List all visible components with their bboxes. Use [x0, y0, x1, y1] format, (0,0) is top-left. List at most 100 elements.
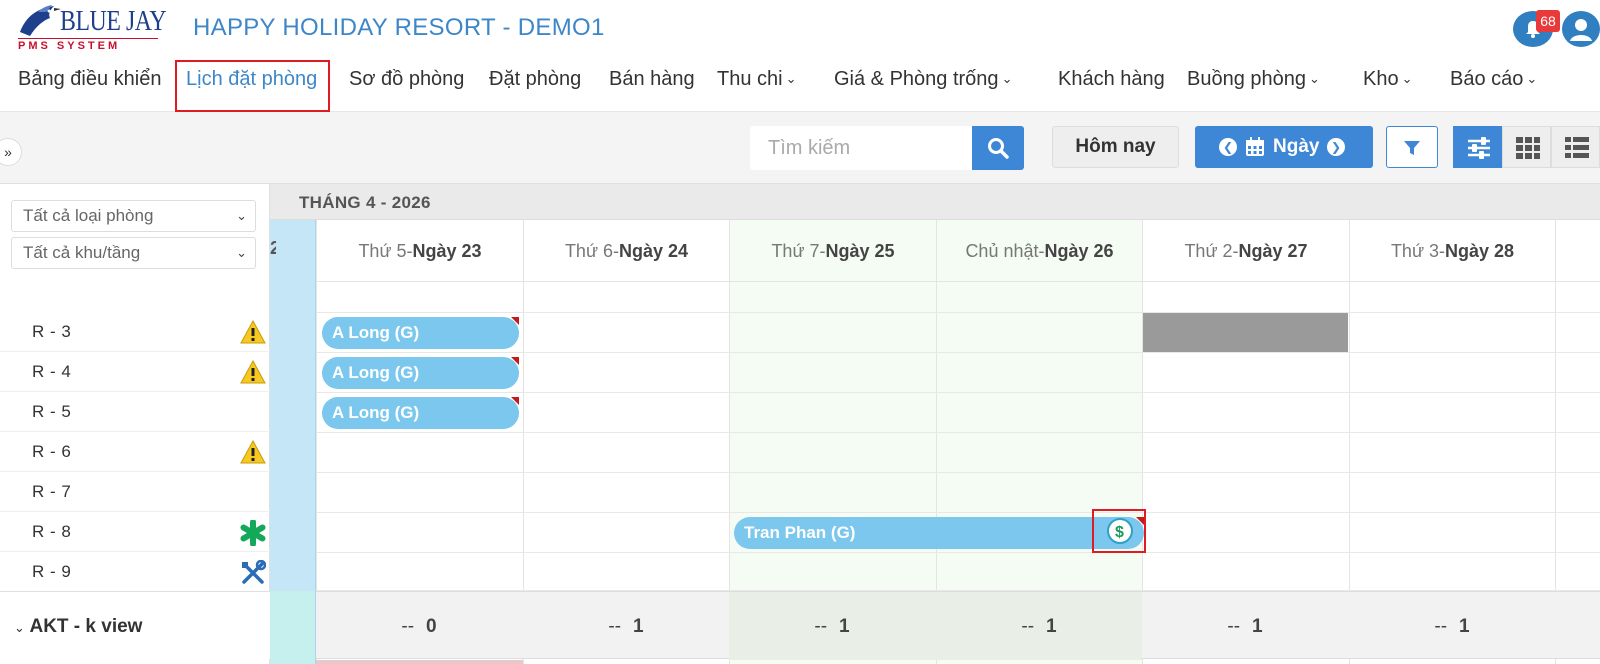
grid-view-button[interactable] — [1502, 126, 1551, 168]
nav-room-map[interactable]: Sơ đồ phòng — [349, 68, 464, 91]
booking-bar[interactable]: A Long (G) — [322, 317, 519, 349]
nav-dashboard[interactable]: Bảng điều khiển — [18, 68, 161, 91]
date-mode-navigator: ❮ Ngày ❯ — [1195, 126, 1373, 168]
room-group-header[interactable]: ⌄ AKT - k view — [0, 591, 270, 659]
nav-income-expense[interactable]: Thu chi ⌄ — [717, 68, 797, 91]
booking-corner-marker — [511, 317, 519, 325]
chevron-down-icon: ⌄ — [1526, 71, 1538, 86]
booking-bar[interactable]: A Long (G) — [322, 397, 519, 429]
group-count-cell: -- 1 — [936, 616, 1142, 638]
nav-room-map-label: Sơ đồ phòng — [349, 68, 465, 90]
day-date: Ngày 27 — [1238, 241, 1308, 261]
group-count-cell: -- 1 — [523, 616, 729, 638]
room-name: R - 7 — [32, 482, 72, 501]
nav-inventory-label: Kho — [1363, 68, 1399, 90]
day-date: Ngày 25 — [825, 241, 895, 261]
day-date: Ngày 28 — [1445, 241, 1515, 261]
logo-divider — [18, 38, 158, 39]
nav-reports[interactable]: Báo cáo ⌄ — [1450, 68, 1537, 91]
day-header[interactable]: Thứ 5-Ngày 23 — [317, 220, 523, 282]
view-mode-group — [1453, 126, 1600, 168]
nav-customers[interactable]: Khách hàng — [1058, 68, 1165, 91]
sliders-icon — [1468, 137, 1490, 159]
day-header[interactable]: Thứ 2-Ngày 27 — [1143, 220, 1349, 282]
grid-line — [316, 312, 1600, 313]
day-header[interactable]: Thứ 3-Ngày 28 — [1350, 220, 1555, 282]
partial-day-number: 2 — [270, 238, 276, 258]
room-type-select[interactable]: Tất cả loại phòng ⌄ — [11, 200, 256, 232]
count-dash: -- — [1021, 616, 1035, 637]
room-name: R - 6 — [32, 442, 72, 461]
booking-guest-name: Tran Phan (G) — [744, 523, 856, 542]
month-label: THÁNG 4 - 2026 — [299, 193, 431, 212]
filter-icon — [1404, 141, 1420, 155]
chevron-down-icon: ⌄ — [236, 245, 247, 260]
booking-guest-name: A Long (G) — [332, 323, 420, 342]
room-row[interactable]: R - 6 — [0, 432, 270, 472]
date-mode-label[interactable]: Ngày — [1273, 136, 1319, 158]
asterisk-icon — [240, 520, 266, 546]
chevron-down-icon: ⌄ — [14, 620, 25, 635]
search-input[interactable] — [750, 126, 972, 170]
day-weekday: Chủ nhật- — [965, 241, 1045, 261]
view-settings-button[interactable] — [1453, 126, 1502, 168]
room-row[interactable]: R - 4 — [0, 352, 270, 392]
brand-logo[interactable]: BLUE JAY PMS SYSTEM — [16, 2, 167, 54]
nav-housekeeping-label: Buồng phòng — [1187, 68, 1307, 90]
blocked-cell[interactable] — [1143, 313, 1348, 352]
room-row[interactable]: R - 3 — [0, 312, 270, 352]
booking-bar[interactable]: Tran Phan (G) — [734, 517, 1144, 549]
day-weekday: Thứ 7- — [771, 241, 826, 261]
room-name: R - 9 — [32, 562, 72, 581]
count-value: 1 — [1459, 616, 1470, 637]
app-header: BLUE JAY PMS SYSTEM HAPPY HOLIDAY RESORT… — [0, 0, 1600, 112]
nav-sales-label: Bán hàng — [609, 68, 695, 90]
grid-line — [316, 432, 1600, 433]
count-value: 1 — [839, 616, 850, 637]
chevron-left-icon[interactable]: ❮ — [1219, 138, 1237, 156]
grid-line — [316, 392, 1600, 393]
search-icon — [988, 138, 1009, 159]
day-header[interactable]: Chủ nhật-Ngày 26 — [937, 220, 1142, 282]
user-avatar[interactable] — [1562, 11, 1600, 47]
filter-button[interactable] — [1386, 126, 1438, 168]
nav-housekeeping[interactable]: Buồng phòng ⌄ — [1187, 68, 1320, 91]
booking-corner-marker — [511, 397, 519, 405]
area-floor-select[interactable]: Tất cả khu/tầng ⌄ — [11, 237, 256, 269]
day-date: Ngày 26 — [1044, 241, 1114, 261]
nav-reservation[interactable]: Đặt phòng — [489, 68, 581, 91]
list-view-button[interactable] — [1551, 126, 1600, 168]
logo-text: BLUE JAY — [60, 6, 167, 37]
room-row[interactable]: R - 7 — [0, 472, 270, 512]
nav-dashboard-label: Bảng điều khiển — [18, 68, 162, 90]
chevron-down-icon: ⌄ — [236, 208, 247, 223]
payment-icon-highlight — [1092, 509, 1146, 553]
room-row[interactable]: R - 8 — [0, 512, 270, 552]
room-name: R - 8 — [32, 522, 72, 541]
grid-line — [316, 512, 1600, 513]
day-header[interactable]: Thứ 6-Ngày 24 — [524, 220, 729, 282]
nav-sales[interactable]: Bán hàng — [609, 68, 695, 91]
day-date: Ngày 23 — [412, 241, 482, 261]
booking-guest-name: A Long (G) — [332, 363, 420, 382]
group-count-cell: -- 0 — [316, 616, 522, 638]
booking-bar[interactable]: A Long (G) — [322, 357, 519, 389]
chevron-right-icon[interactable]: ❯ — [1327, 138, 1345, 156]
count-dash: -- — [1227, 616, 1241, 637]
calendar-toolbar: » Hôm nay ❮ Ngày ❯ — [0, 112, 1600, 184]
chevron-down-icon: ⌄ — [1309, 71, 1320, 86]
chevron-down-icon: ⌄ — [1401, 71, 1413, 86]
expand-sidebar-button[interactable]: » — [0, 138, 22, 166]
grid-icon — [1516, 137, 1540, 159]
room-row[interactable]: R - 9 — [0, 552, 270, 592]
nav-rates-availability[interactable]: Giá & Phòng trống ⌄ — [834, 68, 1012, 91]
blue-jay-bird-icon — [20, 5, 61, 36]
count-dash: -- — [1434, 616, 1448, 637]
bottom-row-marker — [316, 660, 523, 664]
today-button[interactable]: Hôm nay — [1052, 126, 1179, 168]
search-button[interactable] — [972, 126, 1024, 170]
day-header[interactable]: Thứ 7-Ngày 25 — [730, 220, 936, 282]
day-weekday: Thứ 6- — [564, 241, 619, 261]
nav-inventory[interactable]: Kho ⌄ — [1363, 68, 1413, 91]
room-row[interactable]: R - 5 — [0, 392, 270, 432]
